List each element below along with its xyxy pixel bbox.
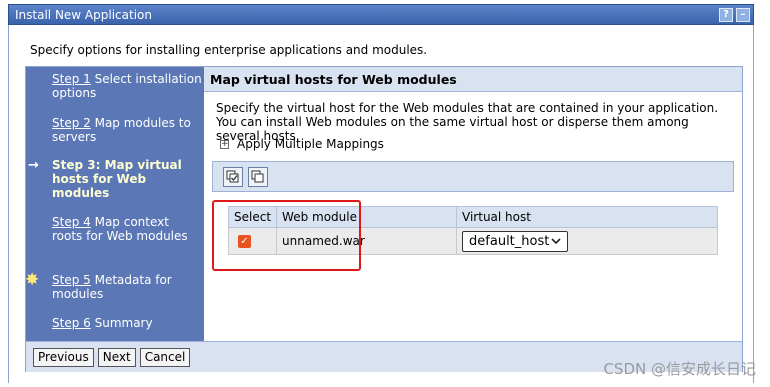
step-5[interactable]: Step 5 Metadata for modules [52,273,202,301]
step-6-label: Summary [90,316,153,330]
arrow-right-icon: → [28,158,39,173]
previous-button[interactable]: Previous [33,347,94,367]
steps-sidebar: Step 1 Select installation options Step … [25,67,204,341]
next-button[interactable]: Next [97,347,136,367]
web-module-cell: unnamed.war [276,227,458,255]
step-2-link[interactable]: Step 2 [52,116,91,130]
content-header: Map virtual hosts for Web modules [204,67,742,92]
watermark: CSDN @信安成长日记 [603,360,756,378]
intro-text: Specify options for installing enterpris… [30,43,428,57]
apply-multiple-mappings[interactable]: + Apply Multiple Mappings [220,137,384,151]
virtual-host-cell: default_host [456,227,718,255]
step-4-link[interactable]: Step 4 [52,215,91,229]
step-6[interactable]: Step 6 Summary [52,316,202,330]
row-select-checkbox[interactable]: ✓ [238,234,251,248]
window-title: Install New Application [15,7,152,22]
step-2[interactable]: Step 2 Map modules to servers [52,116,202,144]
table-toolbar [212,161,734,192]
table-header-row: Select Web module Virtual host [227,206,718,228]
table-row: ✓ unnamed.war default_host [227,227,718,255]
step-1-link[interactable]: Step 1 [52,72,91,86]
header-virtual-host[interactable]: Virtual host [456,206,718,228]
step-6-link[interactable]: Step 6 [52,316,91,330]
select-cell: ✓ [227,227,278,255]
help-icon[interactable]: ? [719,7,733,22]
expand-plus-icon[interactable]: + [220,139,229,149]
step-3-label: Step 3: Map virtual hosts for Web module… [52,158,182,200]
cancel-button[interactable]: Cancel [139,347,191,367]
mapping-table: Select Web module Virtual host ✓ unnamed… [227,206,718,255]
content-panel: Map virtual hosts for Web modules Specif… [204,67,742,341]
chevron-down-icon [551,237,561,244]
minimize-icon[interactable]: – [736,7,750,22]
mapping-table-wrap: Select Web module Virtual host ✓ unnamed… [227,206,718,255]
deselect-all-icon[interactable] [248,166,268,187]
star-icon: ✸ [25,270,40,290]
header-select[interactable]: Select [227,206,278,228]
step-5-link[interactable]: Step 5 [52,273,91,287]
apply-mappings-label[interactable]: Apply Multiple Mappings [237,137,384,151]
virtual-host-select[interactable]: default_host [462,230,569,252]
step-1[interactable]: Step 1 Select installation options [52,72,202,100]
step-3-current: Step 3: Map virtual hosts for Web module… [52,158,202,200]
step-4[interactable]: Step 4 Map context roots for Web modules [52,215,202,243]
window-titlebar: Install New Application ? – [8,4,754,25]
header-web-module[interactable]: Web module [276,206,458,228]
select-all-icon[interactable] [223,166,243,187]
virtual-host-value: default_host [469,233,550,249]
